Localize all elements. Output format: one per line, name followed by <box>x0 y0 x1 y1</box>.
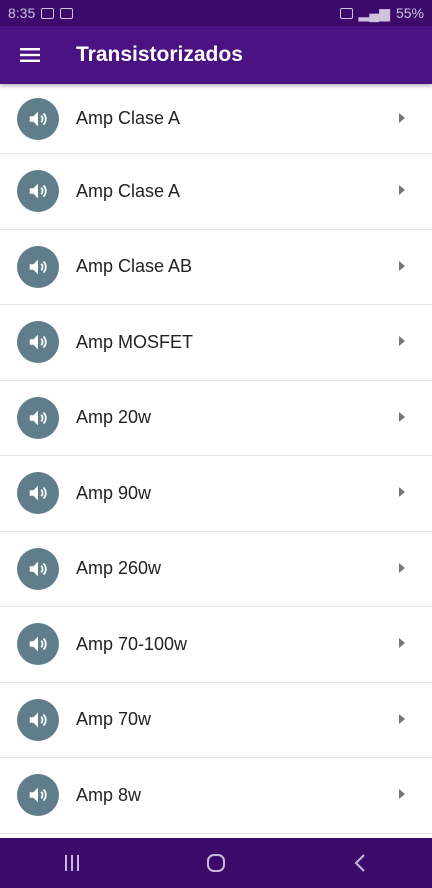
status-time: 8:35 <box>8 5 36 21</box>
page-title: Transistorizados <box>76 43 243 66</box>
chevron-right-icon <box>398 711 406 729</box>
list-item[interactable]: Amp 260w <box>0 532 432 607</box>
list-item[interactable]: Amp 70-100w <box>0 607 432 683</box>
battery-level: 55% <box>395 5 424 21</box>
speaker-volume-icon <box>17 396 59 439</box>
list-item-label: Amp Clase A <box>76 180 181 201</box>
list-item[interactable]: Amp 20w <box>0 381 432 456</box>
chevron-right-icon <box>398 182 406 200</box>
alarm-icon <box>339 7 353 19</box>
back-icon[interactable] <box>330 843 390 883</box>
recent-apps-icon[interactable] <box>42 843 102 883</box>
chevron-right-icon <box>398 560 406 578</box>
amp-list: Amp Clase A Amp Clase A Amp Clase AB Amp MO… <box>0 84 432 834</box>
list-item-label: Amp MOSFET <box>76 331 194 352</box>
chevron-right-icon <box>398 635 406 653</box>
list-item-label: Amp 8w <box>76 784 142 805</box>
app-notification-icon <box>60 7 74 19</box>
list-item[interactable]: Amp Clase A <box>0 84 432 154</box>
list-item-label: Amp 260w <box>76 558 162 579</box>
speaker-volume-icon <box>17 170 59 213</box>
chevron-right-icon <box>398 110 406 128</box>
status-bar: 8:35 ▂▄▆ 55% <box>0 0 432 26</box>
app-bar: Transistorizados <box>0 26 432 84</box>
chevron-right-icon <box>398 484 406 502</box>
speaker-volume-icon <box>17 472 59 515</box>
speaker-volume-icon <box>17 321 59 364</box>
list-item-label: Amp 70-100w <box>76 633 188 654</box>
list-item[interactable]: Amp Clase AB <box>0 230 432 305</box>
list-item[interactable]: Amp Clase A <box>0 154 432 230</box>
image-notification-icon <box>41 7 55 19</box>
chevron-right-icon <box>398 333 406 351</box>
list-item[interactable]: Amp 70w <box>0 683 432 758</box>
system-nav-bar <box>0 838 432 888</box>
speaker-volume-icon <box>17 547 59 590</box>
signal-icon: ▂▄▆ <box>358 4 390 21</box>
list-item-label: Amp 20w <box>76 407 152 428</box>
home-icon[interactable] <box>186 843 246 883</box>
list-item[interactable]: Amp MOSFET <box>0 305 432 381</box>
hamburger-menu-icon[interactable] <box>10 35 50 75</box>
chevron-right-icon <box>398 409 406 427</box>
chevron-right-icon <box>398 258 406 276</box>
speaker-volume-icon <box>17 623 59 666</box>
list-item-label: Amp 70w <box>76 709 152 730</box>
speaker-volume-icon <box>17 698 59 741</box>
speaker-volume-icon <box>17 774 59 817</box>
speaker-volume-icon <box>17 245 59 288</box>
list-item-label: Amp Clase AB <box>76 256 193 277</box>
list-item-label: Amp 90w <box>76 482 152 503</box>
speaker-volume-icon <box>17 97 59 140</box>
list-item-label: Amp Clase A <box>76 108 181 128</box>
list-item[interactable]: Amp 90w <box>0 456 432 532</box>
list-item[interactable]: Amp 8w <box>0 758 432 834</box>
chevron-right-icon <box>398 786 406 804</box>
